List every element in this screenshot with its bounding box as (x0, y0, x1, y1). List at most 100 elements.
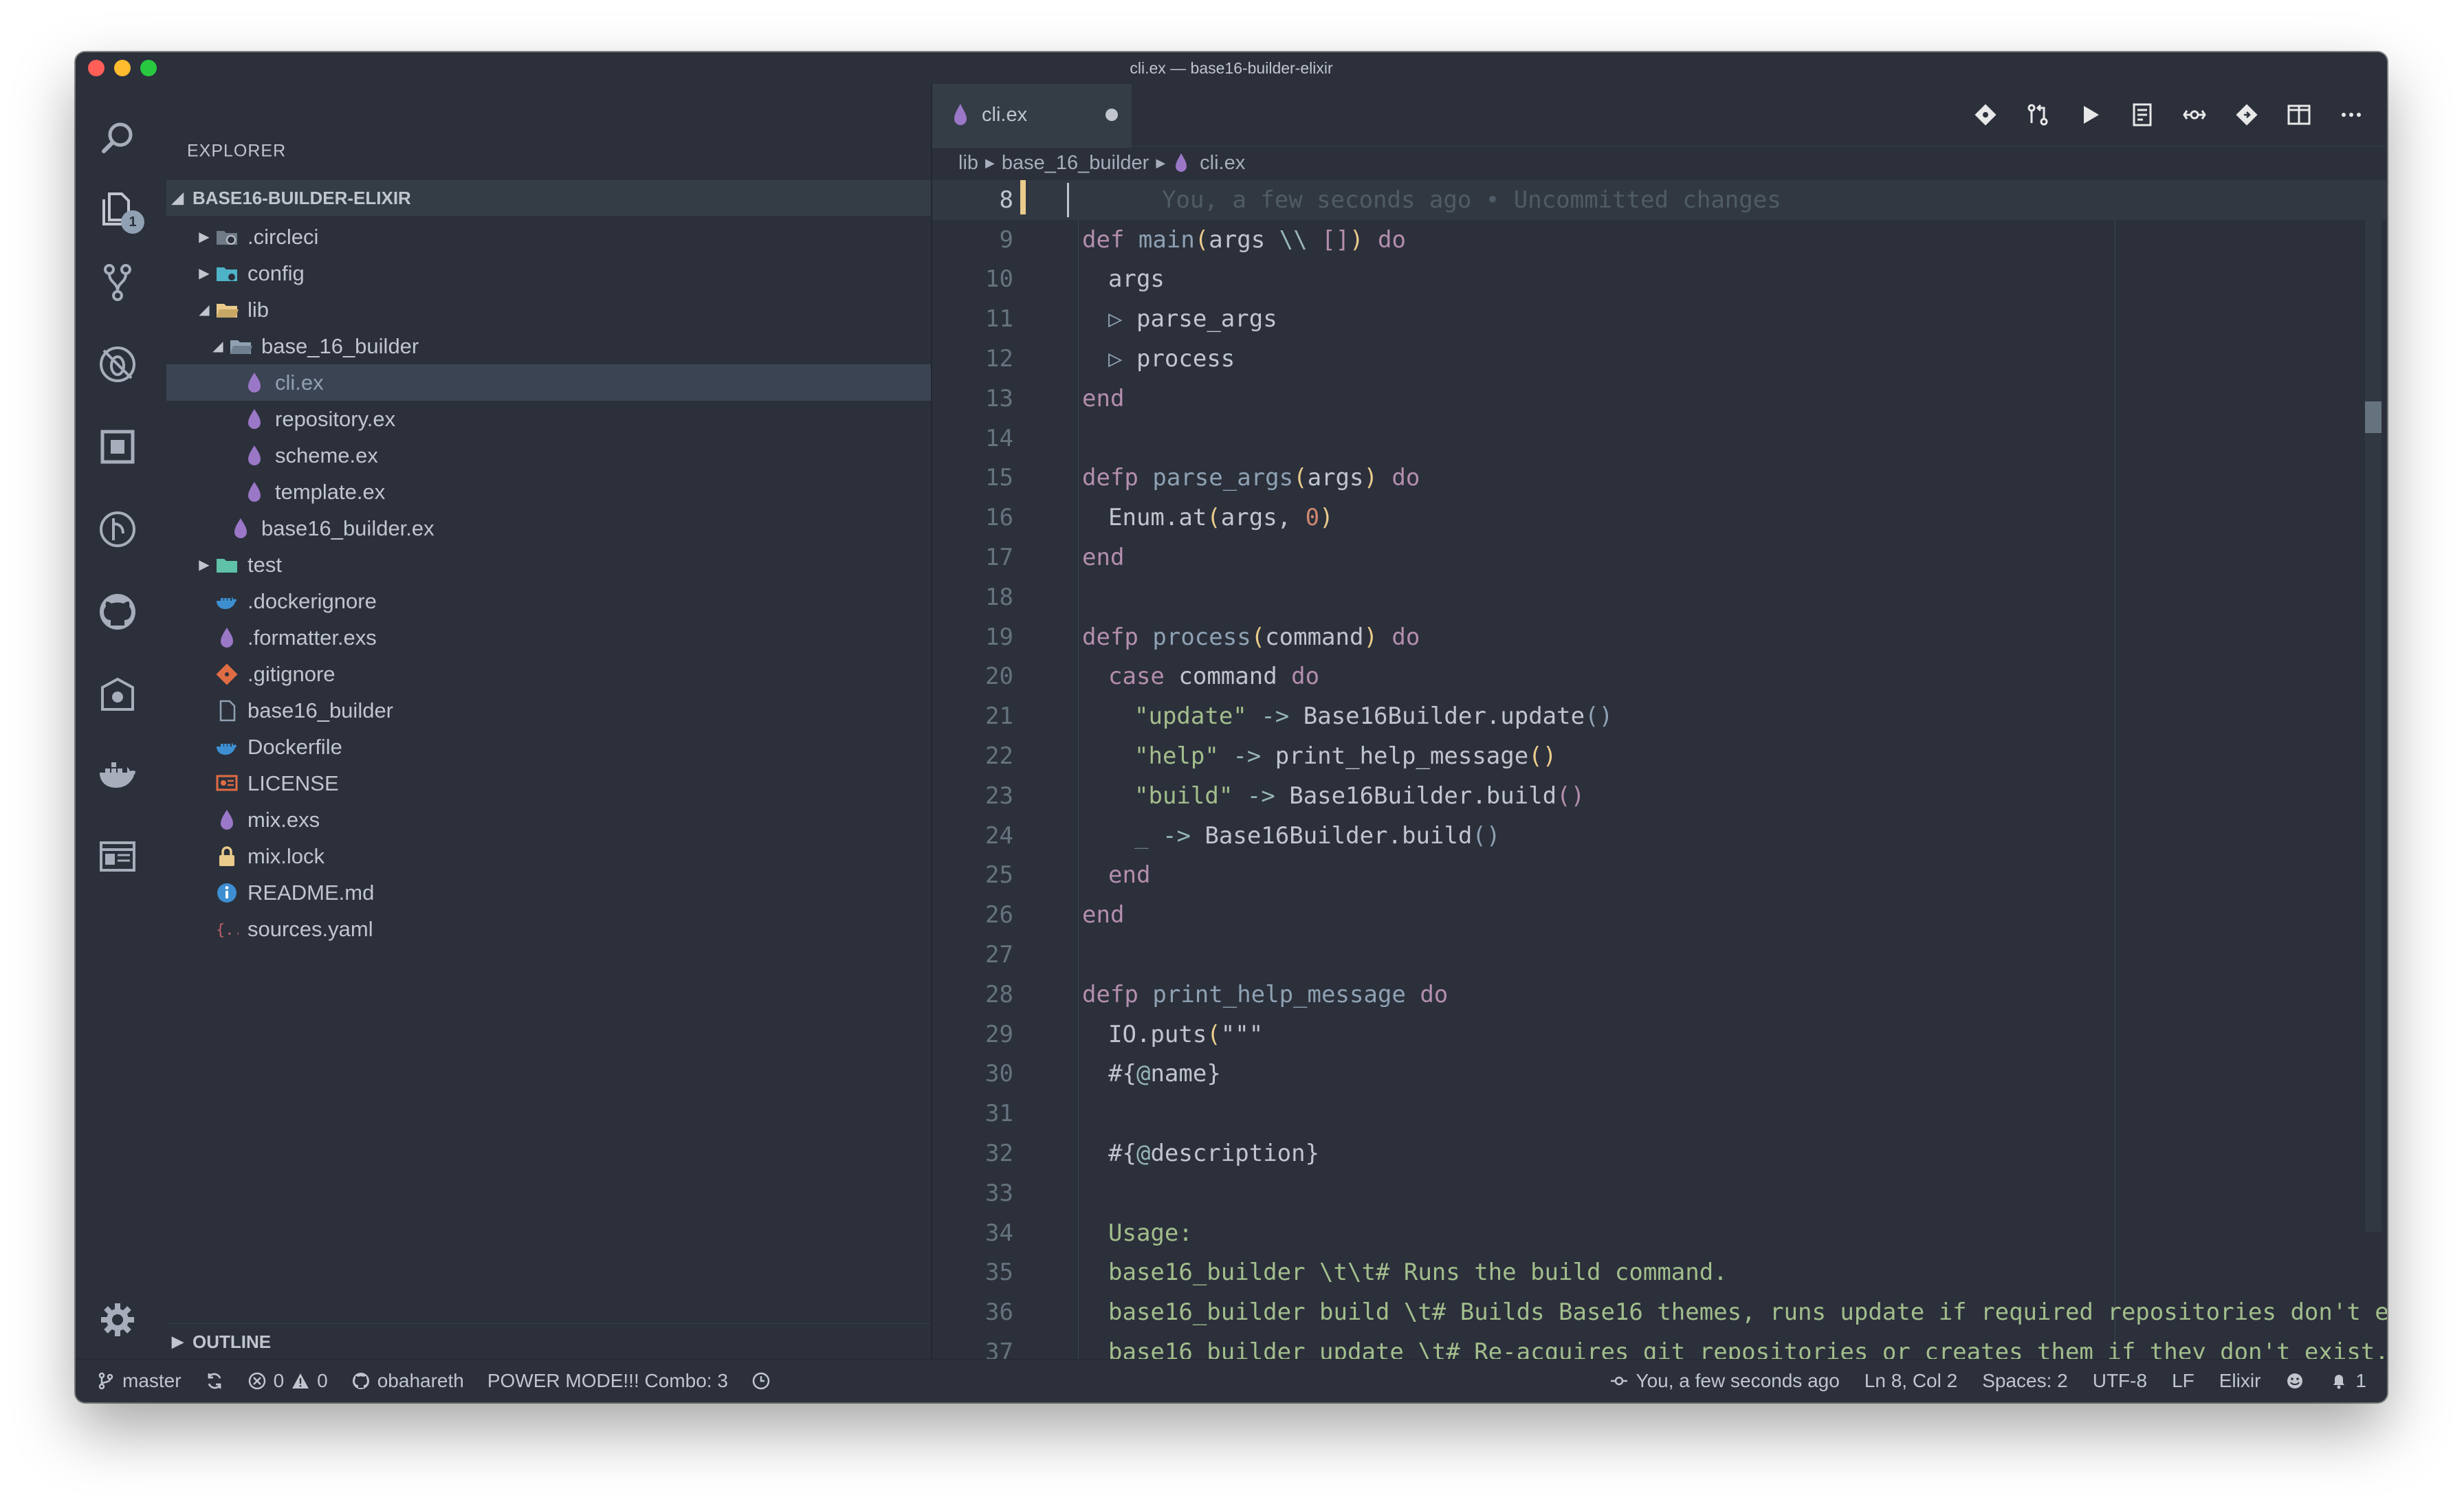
indentation[interactable]: Spaces: 2 (1982, 1370, 2068, 1392)
tree-item-config[interactable]: ▶ config (166, 255, 931, 291)
folder-config-icon (214, 261, 239, 286)
extensions-icon[interactable] (76, 414, 160, 480)
run-icon[interactable] (2064, 84, 2116, 146)
code-text: defp parse_args(args) do (1082, 464, 1420, 492)
tree-item-sources-yaml[interactable]: {..} sources.yaml (166, 911, 931, 947)
compare-changes-icon[interactable] (2012, 84, 2064, 146)
breadcrumb-item-base-16-builder[interactable]: base_16_builder (1002, 152, 1149, 175)
line-number: 36 (985, 1298, 1013, 1327)
yaml-file-icon: {..} (214, 917, 239, 942)
tree-item-dockerfile[interactable]: Dockerfile (166, 729, 931, 765)
workspace-section-header[interactable]: ◢ BASE16-BUILDER-ELIXIR (166, 180, 931, 216)
tree-item-mix-lock[interactable]: mix.lock (166, 838, 931, 874)
license-file-icon (214, 771, 239, 796)
tree-item-license[interactable]: LICENSE (166, 765, 931, 801)
tree-item-circleci[interactable]: ▶ .circleci (166, 219, 931, 255)
docker-file-icon (214, 589, 239, 614)
tree-item-lib[interactable]: ◢ lib (166, 291, 931, 328)
elixir-file-icon (954, 104, 967, 125)
gear-icon[interactable] (76, 1287, 160, 1353)
code-editor[interactable]: 8 You, a few seconds ago • Uncommitted c… (932, 180, 2387, 1360)
blame-status[interactable]: You, a few seconds ago (1609, 1370, 1840, 1392)
tree-item-base16-builder[interactable]: base16_builder (166, 692, 931, 729)
debug-icon[interactable] (76, 331, 160, 397)
code-text: end (1082, 384, 1125, 412)
sync-status[interactable] (205, 1371, 224, 1391)
line-number: 32 (985, 1140, 1013, 1168)
file-tree: ▶ .circleci ▶ config ◢ lib ◢ base_16_bui… (166, 219, 931, 947)
status-right: You, a few seconds ago Ln 8, Col 2 Space… (1609, 1360, 2366, 1402)
breadcrumb-item-lib[interactable]: lib (958, 152, 978, 175)
code-text: end (1108, 861, 1151, 889)
source-control-icon[interactable] (76, 249, 160, 315)
line-number: 31 (985, 1100, 1013, 1128)
github-icon (352, 1373, 369, 1389)
problems-status[interactable]: 0 0 (248, 1370, 328, 1392)
tree-item-template-ex[interactable]: template.ex (166, 474, 931, 510)
github-status[interactable]: obahareth (351, 1370, 464, 1392)
more-actions-icon[interactable] (2325, 84, 2377, 146)
bell-icon (2333, 1375, 2345, 1389)
tree-item-gitignore[interactable]: .gitignore (166, 656, 931, 692)
git-history-icon[interactable] (2221, 84, 2273, 146)
code-line: 23 "build" -> Base16Builder.build() (932, 776, 2387, 816)
minimize-window-button[interactable] (114, 60, 131, 76)
branch-status[interactable]: master (96, 1370, 182, 1392)
tree-item-base16-builder-ex[interactable]: base16_builder.ex (166, 510, 931, 546)
line-number: 33 (985, 1179, 1013, 1207)
tree-item-test[interactable]: ▶ test (166, 546, 931, 583)
open-preview-icon[interactable] (2116, 84, 2168, 146)
code-text: end (1082, 901, 1125, 929)
search-icon[interactable] (76, 106, 160, 172)
code-text: "help" -> print_help_message() (1134, 742, 1557, 771)
git-lens-icon[interactable] (1959, 84, 2012, 146)
tab-cli-ex[interactable]: cli.ex (932, 84, 1132, 148)
code-text: ▷ process (1108, 345, 1235, 373)
tree-item-cli-ex[interactable]: cli.ex (166, 364, 931, 401)
docker-icon[interactable] (76, 742, 160, 808)
code-text: ▷ parse_args (1108, 305, 1277, 333)
code-text: "build" -> Base16Builder.build() (1134, 782, 1585, 810)
line-number: 29 (985, 1020, 1013, 1048)
notifications-status[interactable]: 1 (2329, 1370, 2366, 1392)
code-line: 17 end (932, 538, 2387, 577)
github-icon[interactable] (76, 579, 160, 645)
code-text: "update" -> Base16Builder.update() (1134, 703, 1614, 731)
feedback-status[interactable] (2285, 1371, 2304, 1391)
git-graph-icon[interactable] (76, 496, 160, 562)
tree-item-formatter-exs[interactable]: .formatter.exs (166, 619, 931, 656)
tree-item-mix-exs[interactable]: mix.exs (166, 801, 931, 838)
line-number: 25 (985, 861, 1013, 889)
inline-blame: You, a few seconds ago • Uncommitted cha… (1162, 186, 1781, 214)
code-text: defp print_help_message do (1082, 980, 1449, 1008)
files-icon[interactable]: 1 (76, 176, 160, 242)
code-line: 11 ▷ parse_args (932, 299, 2387, 339)
split-editor-icon[interactable] (2273, 84, 2325, 146)
line-number: 28 (985, 980, 1013, 1008)
tree-item-scheme-ex[interactable]: scheme.ex (166, 437, 931, 474)
code-line: 29 IO.puts(""" (932, 1015, 2387, 1054)
clock-status[interactable] (751, 1371, 771, 1391)
tree-item-readme-md[interactable]: README.md (166, 874, 931, 911)
end-of-line[interactable]: LF (2172, 1370, 2194, 1392)
blame-text: You, a few seconds ago (1636, 1370, 1840, 1391)
tree-item-dockerignore[interactable]: .dockerignore (166, 583, 931, 619)
tree-item-base-16-builder[interactable]: ◢ base_16_builder (166, 328, 931, 364)
status-bar: master 0 0 obahareth POWER MODE!!! Combo… (76, 1359, 2387, 1402)
tree-item-repository-ex[interactable]: repository.ex (166, 401, 931, 437)
remote-explorer-icon[interactable] (76, 661, 160, 727)
chevron-right-icon: ▶ (199, 557, 210, 573)
breadcrumb-item-cli-ex[interactable]: cli.ex (1200, 152, 1245, 175)
cursor-position[interactable]: Ln 8, Col 2 (1864, 1370, 1957, 1392)
code-line: 18 (932, 577, 2387, 617)
unsaved-dot-icon[interactable] (1106, 109, 1118, 121)
toggle-blame-icon[interactable] (2168, 84, 2221, 146)
git-file-icon (214, 662, 239, 687)
maximize-window-button[interactable] (140, 60, 157, 76)
language-mode[interactable]: Elixir (2219, 1370, 2261, 1392)
outline-section-header[interactable]: ▶ OUTLINE (166, 1323, 931, 1360)
code-text: _ -> Base16Builder.build() (1134, 821, 1501, 850)
close-window-button[interactable] (88, 60, 104, 76)
encoding[interactable]: UTF-8 (2093, 1370, 2147, 1392)
preview-icon[interactable] (76, 823, 160, 889)
